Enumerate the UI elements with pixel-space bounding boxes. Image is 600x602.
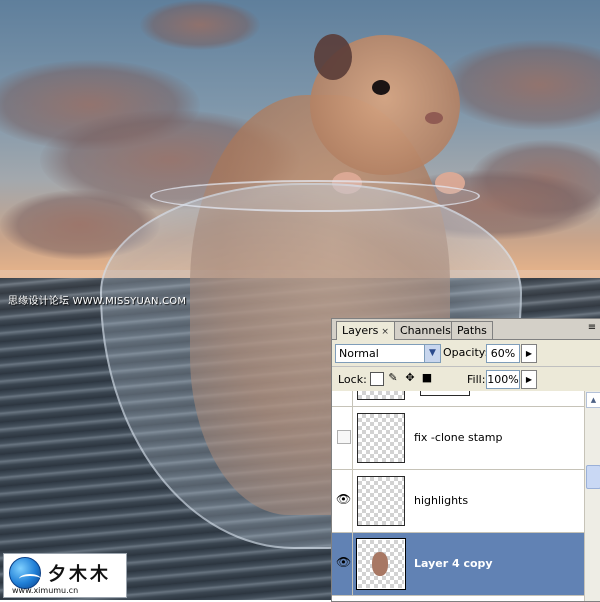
layer-row[interactable]: 👁 highlights	[332, 470, 584, 533]
hamster-thumbnail	[372, 552, 388, 576]
cloud	[440, 40, 600, 130]
layer-name: fix -clone stamp	[414, 431, 503, 444]
opacity-slider-arrow-icon[interactable]: ▶	[521, 344, 537, 363]
site-logo: 夕木木 www.ximumu.cn	[3, 553, 127, 598]
visibility-toggle[interactable]	[334, 391, 353, 406]
scroll-thumb[interactable]	[586, 465, 600, 489]
tab-label: Layers	[342, 324, 379, 337]
hamster-eye	[372, 80, 390, 95]
tab-label: Paths	[457, 324, 487, 337]
layers-panel: Layers × Channels Paths ≡ Normal ▼ Opacit…	[331, 318, 600, 602]
lock-move-icon[interactable]: ✥	[404, 372, 416, 384]
panel-tabs: Layers × Channels Paths ≡	[332, 319, 600, 340]
visibility-toggle[interactable]: 👁	[334, 470, 353, 532]
opacity-label: Opacity:	[443, 346, 489, 359]
blend-mode-select[interactable]: Normal ▼	[335, 344, 441, 363]
layer-name: Layer 4 copy	[414, 557, 493, 570]
opacity-input[interactable]: 60%	[486, 344, 520, 363]
close-icon[interactable]: ×	[381, 327, 389, 337]
tab-layers[interactable]: Layers ×	[336, 321, 395, 340]
lock-paint-icon[interactable]: ✎	[387, 372, 399, 384]
eye-icon[interactable]: 👁	[336, 492, 351, 506]
fill-label: Fill:	[467, 373, 486, 386]
layer-name: highlights	[414, 494, 469, 507]
layer-mask-thumbnail	[420, 391, 470, 396]
hamster-nose	[425, 112, 443, 124]
visibility-off-box	[337, 430, 351, 444]
lock-row: Lock: ✎ ✥ ■ Fill: 100% ▶	[332, 366, 600, 392]
dropdown-arrow-icon[interactable]: ▼	[424, 345, 440, 362]
logo-url: www.ximumu.cn	[12, 586, 79, 595]
tab-channels[interactable]: Channels	[394, 321, 457, 339]
lock-transparent-icon[interactable]	[370, 372, 384, 386]
layer-list: fix -clone stamp 👁 highlights 👁 Layer 4 …	[332, 391, 584, 601]
watermark-text: 思缘设计论坛 WWW.MISSYUAN.COM	[8, 296, 187, 307]
visibility-toggle[interactable]: 👁	[334, 533, 353, 595]
layer-thumbnail	[357, 413, 405, 463]
lock-label: Lock:	[338, 373, 367, 386]
hamster-ear	[314, 34, 352, 80]
eye-icon[interactable]: 👁	[336, 555, 351, 569]
layer-thumbnail	[357, 539, 405, 589]
blend-mode-value: Normal	[339, 347, 379, 360]
tab-label: Channels	[400, 324, 451, 337]
fill-input[interactable]: 100%	[486, 370, 520, 389]
fill-slider-arrow-icon[interactable]: ▶	[521, 370, 537, 389]
tab-paths[interactable]: Paths	[451, 321, 493, 339]
glass-bowl-rim	[150, 180, 480, 212]
panel-menu-icon[interactable]: ≡	[586, 321, 598, 334]
logo-globe-icon	[9, 557, 41, 589]
logo-text: 夕木木	[48, 564, 111, 585]
visibility-toggle[interactable]	[334, 407, 353, 469]
layer-thumbnail	[357, 476, 405, 526]
layer-row-selected[interactable]: 👁 Layer 4 copy	[332, 533, 584, 596]
cloud	[140, 0, 260, 50]
layer-row-partial[interactable]	[332, 391, 584, 407]
scroll-up-icon[interactable]: ▲	[586, 392, 600, 408]
layer-row[interactable]: fix -clone stamp	[332, 407, 584, 470]
lock-all-icon[interactable]: ■	[421, 372, 433, 384]
layers-scrollbar[interactable]: ▲	[584, 391, 600, 601]
layer-thumbnail	[357, 391, 405, 400]
